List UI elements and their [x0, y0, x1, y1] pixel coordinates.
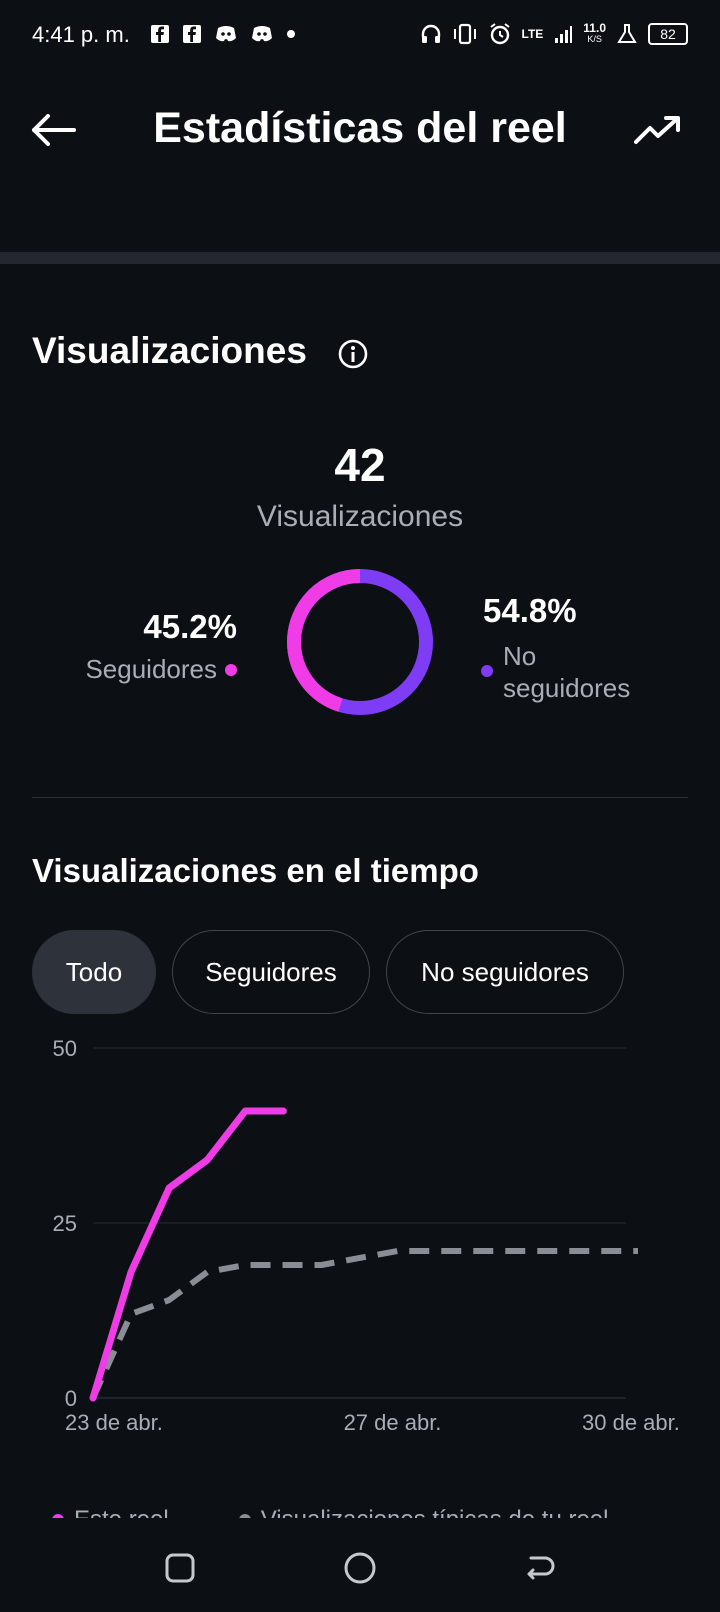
followers-dot [225, 663, 237, 676]
battery-icon: 82 [648, 23, 688, 45]
status-bar: 4:41 p. m. LTE 11.0 K/S 82 [0, 0, 720, 72]
signal-icon [555, 26, 573, 43]
followers-label-row: Seguidores [85, 654, 237, 685]
network-type: LTE [521, 27, 544, 41]
flask-icon [617, 24, 637, 43]
y-tick-label: 0 [65, 1386, 77, 1411]
chip-todo[interactable]: Todo [32, 930, 156, 1014]
followers-percentage: 45.2% [143, 608, 237, 645]
x-tick-label: 23 de abr. [65, 1410, 163, 1435]
network-speed: 11.0 K/S [583, 21, 606, 45]
divider [32, 797, 688, 798]
vibrate-icon [453, 23, 476, 45]
followers-label: Seguidores [85, 654, 217, 684]
square-icon [165, 1553, 195, 1583]
x-tick-label: 27 de abr. [344, 1410, 442, 1435]
system-icons: LTE 11.0 K/S 82 [420, 22, 688, 46]
y-tick-label: 25 [53, 1211, 77, 1236]
headphones-icon [421, 24, 440, 43]
info-icon[interactable] [337, 338, 369, 370]
discord-icon [252, 26, 272, 42]
non-followers-label: No seguidores [503, 641, 631, 703]
discord-icon [216, 26, 236, 42]
chip-no-seguidores[interactable]: No seguidores [386, 930, 624, 1014]
home-button[interactable] [340, 1548, 380, 1588]
filter-chips: Todo Seguidores No seguidores [32, 930, 624, 1014]
facebook-icon [183, 25, 201, 43]
section-divider [0, 252, 720, 264]
non-followers-percentage: 54.8% [483, 592, 577, 629]
network-speed-value: 11.0 [583, 21, 606, 35]
network-speed-unit: K/S [587, 34, 602, 44]
y-tick-label: 50 [53, 1040, 77, 1061]
notification-icons [150, 24, 296, 44]
chip-seguidores[interactable]: Seguidores [172, 930, 370, 1014]
nav-back-button[interactable] [520, 1548, 560, 1588]
dot-icon [287, 30, 295, 38]
trending-up-icon [634, 116, 680, 144]
total-views-number: 42 [334, 439, 386, 491]
followers-donut-chart [287, 569, 433, 715]
system-navigation-bar [0, 1518, 720, 1612]
page-title: Estadísticas del reel [153, 104, 567, 152]
series-line-typical [90, 1248, 638, 1400]
series-line-this-reel [89, 1107, 287, 1402]
non-followers-dot [481, 665, 493, 677]
circle-icon [344, 1552, 376, 1584]
app-header: Estadísticas del reel [0, 90, 720, 170]
non-followers-label-row: No seguidores [481, 640, 643, 704]
over-time-section-title: Visualizaciones en el tiempo [32, 852, 479, 889]
views-over-time-chart: 50 25 023 de abr. 27 de abr. 30 de abr. [53, 1040, 680, 1435]
views-section-title: Visualizaciones [32, 330, 307, 371]
alarm-icon [489, 23, 510, 45]
recents-button[interactable] [160, 1548, 200, 1588]
trends-button[interactable] [634, 108, 684, 152]
total-views-label: Visualizaciones [256, 500, 464, 533]
back-arrow-icon [527, 1556, 555, 1580]
facebook-icon [151, 25, 169, 43]
status-time: 4:41 p. m. [32, 22, 130, 47]
x-tick-label: 30 de abr. [582, 1410, 680, 1435]
